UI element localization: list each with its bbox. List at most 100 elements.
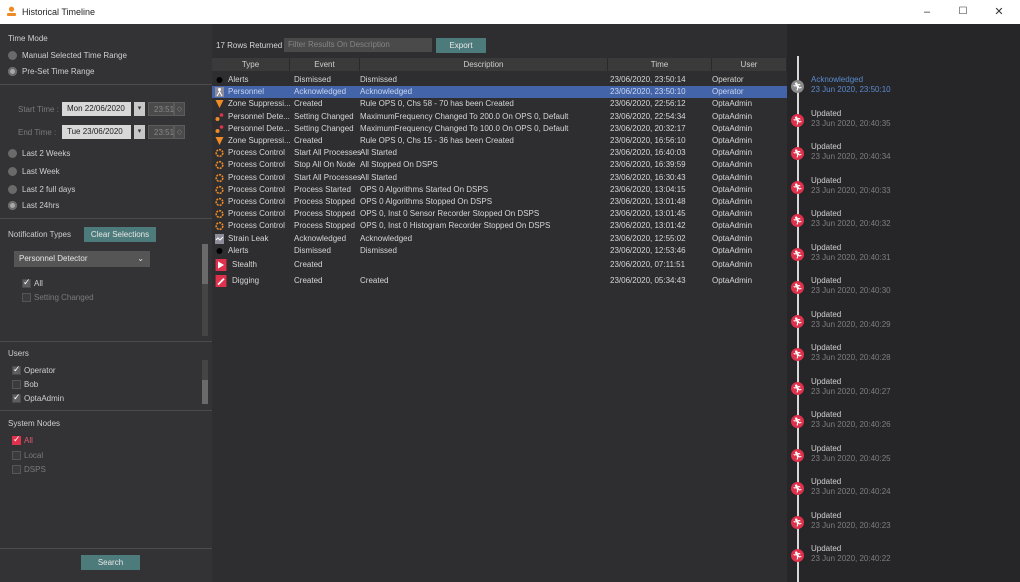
- timeline-entry-title[interactable]: Updated: [811, 310, 841, 319]
- timeline-entry-time: 23 Jun 2020, 23:50:10: [811, 85, 891, 94]
- timeline-marker-icon[interactable]: 🏃︎: [791, 80, 804, 93]
- column-header-user[interactable]: User: [712, 58, 787, 71]
- table-row[interactable]: Process Control Start All Processes All St…: [212, 172, 787, 184]
- export-button[interactable]: Export: [436, 38, 486, 53]
- table-row[interactable]: Alerts Dismissed Dismissed 23/06/2020, 12:5…: [212, 245, 787, 257]
- user-optaadmin-checkbox[interactable]: ✓: [12, 392, 21, 403]
- timeline-entry-title[interactable]: Updated: [811, 276, 841, 285]
- user-bob-checkbox[interactable]: [12, 380, 21, 389]
- timeline-marker-icon[interactable]: 🏃︎: [791, 381, 804, 395]
- timeline-entry-title[interactable]: Updated: [811, 444, 841, 453]
- end-time-spinner[interactable]: ◇: [174, 125, 185, 139]
- table-row[interactable]: Process Control Process Stopped OPS 0, Ins…: [212, 220, 787, 232]
- cell-description: OPS 0 Algorithms Started On DSPS: [360, 184, 489, 194]
- table-row[interactable]: Process Control Process Started OPS 0 Algo…: [212, 184, 787, 196]
- preset-radio-last-week[interactable]: [8, 167, 17, 176]
- cell-description: Acknowledged: [360, 87, 413, 97]
- timeline-entry-title[interactable]: Updated: [811, 142, 841, 151]
- table-row[interactable]: Stealth Created 23/06/2020, 07:11:51 OptaAd…: [212, 257, 787, 273]
- cell-type: Zone Suppressi...: [228, 136, 290, 145]
- end-date-dropdown[interactable]: ▾: [134, 125, 145, 139]
- timeline-marker-icon[interactable]: 🏃︎: [791, 515, 804, 529]
- scroll-thumb[interactable]: [202, 380, 208, 404]
- end-time-field[interactable]: 23:51: [148, 125, 174, 139]
- table-row[interactable]: Zone Suppressi... Created Rule OPS 0, Chs …: [212, 135, 787, 147]
- timeline-entry-title[interactable]: Updated: [811, 209, 841, 218]
- start-time-spinner[interactable]: ◇: [174, 102, 185, 116]
- column-header-event[interactable]: Event: [290, 58, 360, 71]
- node-local-checkbox[interactable]: [12, 451, 21, 460]
- timeline-marker-icon[interactable]: 🏃︎: [791, 147, 804, 160]
- column-header-time[interactable]: Time: [608, 58, 712, 71]
- table-row[interactable]: Process Control Stop All On Node All Stopp…: [212, 159, 787, 171]
- timeline-marker-icon[interactable]: 🏃︎: [791, 482, 804, 495]
- table-row[interactable]: Zone Suppressi... Created Rule OPS 0, Chs …: [212, 98, 787, 110]
- clear-selections-button[interactable]: Clear Selections: [84, 227, 156, 242]
- preset-radio-last-24hrs[interactable]: [8, 201, 17, 210]
- start-date-dropdown[interactable]: ▾: [134, 102, 145, 116]
- preset-radio-last-2-full-days[interactable]: [8, 185, 17, 194]
- system-nodes-heading: System Nodes: [8, 419, 61, 428]
- timeline-marker-icon[interactable]: 🏃︎: [791, 281, 804, 294]
- minimize-button[interactable]: –: [914, 3, 940, 21]
- timeline-entry-title[interactable]: Updated: [811, 243, 841, 252]
- table-row[interactable]: Personnel Dete... Setting Changed MaximumF…: [212, 123, 787, 135]
- table-row[interactable]: Process Control Process Stopped OPS 0 Algo…: [212, 196, 787, 208]
- timeline-marker-icon[interactable]: 🏃︎: [791, 113, 804, 127]
- column-header-type[interactable]: Type: [212, 58, 290, 71]
- type-all-checkbox[interactable]: ✓: [22, 277, 31, 288]
- close-button[interactable]: ✕: [986, 3, 1012, 21]
- table-row[interactable]: Personnel Dete... Setting Changed MaximumF…: [212, 111, 787, 123]
- notification-type-dropdown[interactable]: Personnel Detector ⌄: [14, 251, 150, 267]
- cell-description: MaximumFrequency Changed To 100.0 On OPS…: [360, 123, 569, 133]
- timeline-entry-title[interactable]: Acknowledged: [811, 75, 863, 84]
- start-time-field[interactable]: 23:51: [148, 102, 174, 116]
- timeline-entry-title[interactable]: Updated: [811, 343, 841, 352]
- table-row[interactable]: Process Control Process Stopped OPS 0, Ins…: [212, 208, 787, 220]
- setting-changed-checkbox[interactable]: [22, 293, 31, 302]
- preset-range-radio[interactable]: [8, 67, 17, 76]
- maximize-button[interactable]: ☐: [950, 3, 976, 21]
- start-date-field[interactable]: Mon 22/06/2020: [62, 102, 131, 116]
- preset-radio-last-2-weeks[interactable]: [8, 149, 17, 158]
- column-header-description[interactable]: Description: [360, 58, 608, 71]
- users-scrollbar[interactable]: [202, 360, 208, 404]
- cell-type: Zone Suppressi...: [228, 99, 290, 109]
- timeline-entry-title[interactable]: Updated: [811, 377, 841, 386]
- table-row[interactable]: Process Control Start All Processes All St…: [212, 147, 787, 159]
- timeline-marker-icon[interactable]: 🏃︎: [791, 314, 804, 328]
- cell-type: Process Control: [228, 197, 285, 206]
- cell-user: OptaAdmin: [712, 233, 753, 243]
- search-button[interactable]: Search: [81, 555, 140, 570]
- timeline-entry-title[interactable]: Updated: [811, 176, 841, 185]
- preset-label-last-24hrs: Last 24hrs: [22, 201, 60, 210]
- table-row[interactable]: Alerts Dismissed Dismissed 23/06/2020, 23:5…: [212, 74, 787, 86]
- manual-range-radio[interactable]: [8, 51, 17, 60]
- node-dsps-checkbox[interactable]: [12, 465, 21, 474]
- description-filter-input[interactable]: Filter Results On Description: [284, 38, 432, 52]
- user-operator-checkbox[interactable]: ✓: [12, 364, 21, 375]
- timeline-marker-icon[interactable]: 🏃︎: [791, 448, 804, 462]
- cell-user: OptaAdmin: [712, 123, 753, 133]
- table-row[interactable]: Personnel Acknowledged Acknowledged 23/06/2…: [212, 86, 787, 99]
- timeline-marker-icon[interactable]: 🏃︎: [791, 348, 804, 361]
- process-control-icon: [215, 209, 224, 219]
- timeline-marker-icon[interactable]: 🏃︎: [791, 180, 804, 194]
- timeline-entry-title[interactable]: Updated: [811, 511, 841, 520]
- timeline-entry-title[interactable]: Updated: [811, 477, 841, 486]
- scroll-thumb[interactable]: [202, 244, 208, 284]
- timeline-marker-icon[interactable]: 🏃︎: [791, 549, 804, 562]
- timeline-entry-title[interactable]: Updated: [811, 410, 841, 419]
- timeline-marker-icon[interactable]: 🏃︎: [791, 214, 804, 227]
- timeline-marker-icon[interactable]: 🏃︎: [791, 247, 804, 261]
- notification-types-scrollbar[interactable]: [202, 244, 208, 336]
- timeline-entry-title[interactable]: Updated: [811, 109, 841, 118]
- table-row[interactable]: Digging Created Created 23/06/2020, 05:34:4…: [212, 273, 787, 289]
- end-date-field[interactable]: Tue 23/06/2020: [62, 125, 131, 139]
- cell-user: OptaAdmin: [712, 148, 753, 158]
- timeline-entry-time: 23 Jun 2020, 20:40:32: [811, 219, 891, 228]
- timeline-entry-title[interactable]: Updated: [811, 544, 841, 553]
- timeline-marker-icon[interactable]: 🏃︎: [791, 415, 804, 428]
- table-row[interactable]: Strain Leak Acknowledged Acknowledged 23/06…: [212, 233, 787, 245]
- node-all-checkbox[interactable]: ✓: [12, 434, 21, 445]
